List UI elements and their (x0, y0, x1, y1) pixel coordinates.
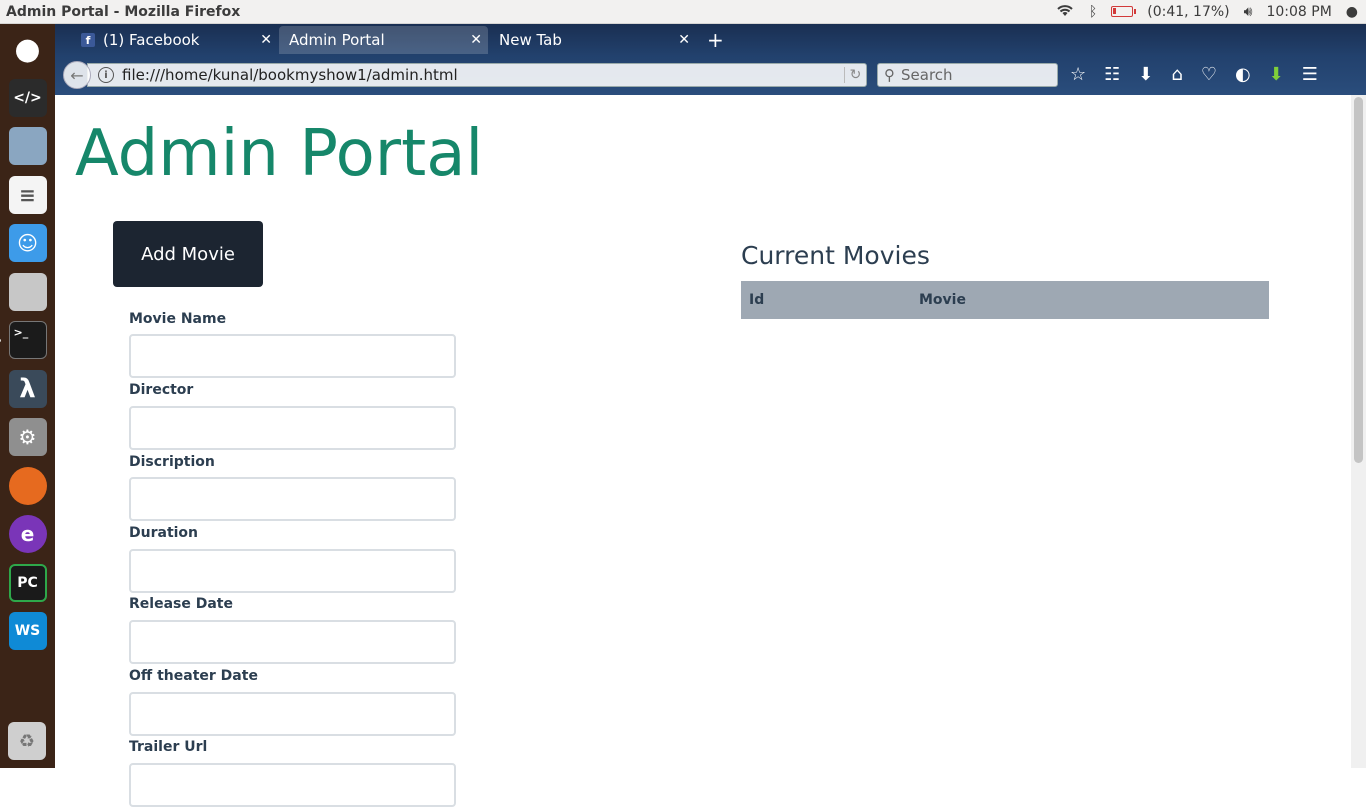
disk-drive-icon[interactable] (8, 272, 47, 311)
apple-logo-icon[interactable]: ● (9, 30, 47, 68)
volume-icon[interactable]: 🔊︎ (1244, 4, 1253, 20)
tab-label: Admin Portal (289, 31, 385, 49)
scrollbar-thumb[interactable] (1354, 97, 1363, 463)
webstorm-icon[interactable]: WS (8, 612, 47, 650)
battery-status: (0:41, 17%) (1147, 3, 1230, 20)
emacs-icon[interactable]: e (8, 515, 47, 553)
column-header-movie: Movie (919, 292, 966, 308)
tab-facebook[interactable]: f (1) Facebook ✕ (71, 26, 278, 54)
release-date-input[interactable] (129, 620, 456, 664)
new-tab-plus-icon[interactable]: + (707, 28, 724, 52)
reading-list-icon[interactable]: ☷ (1104, 64, 1120, 85)
tab-strip: f (1) Facebook ✕ Admin Portal ✕ New Tab … (55, 24, 1366, 55)
page-scrollbar[interactable] (1351, 95, 1366, 768)
system-top-bar: Admin Portal - Mozilla Firefox ᛒ (0:41, … (0, 0, 1366, 24)
current-movies-heading: Current Movies (741, 241, 930, 270)
director-input[interactable] (129, 406, 456, 450)
column-header-id: Id (749, 292, 765, 308)
trash-icon[interactable]: ♻ (8, 722, 46, 760)
back-button[interactable]: ← (63, 61, 91, 89)
add-movie-button[interactable]: Add Movie (113, 221, 263, 287)
description-input[interactable] (129, 477, 456, 521)
system-tray: ᛒ (0:41, 17%) 🔊︎ 10:08 PM ● (1055, 3, 1366, 21)
image-viewer-icon[interactable] (8, 127, 47, 165)
nav-bar: i file:///home/kunal/bookmyshow1/admin.h… (55, 55, 1366, 95)
tab-admin-portal[interactable]: Admin Portal ✕ (279, 26, 488, 54)
close-tab-icon[interactable]: ✕ (470, 32, 482, 48)
search-placeholder: Search (901, 66, 953, 84)
finder-icon[interactable]: ☺ (8, 224, 47, 262)
close-tab-icon[interactable]: ✕ (260, 32, 272, 48)
extension-icon[interactable]: ◐ (1235, 64, 1251, 85)
bluetooth-icon[interactable]: ᛒ (1089, 4, 1097, 20)
browser-chrome: f (1) Facebook ✕ Admin Portal ✕ New Tab … (55, 24, 1366, 95)
duration-input[interactable] (129, 549, 456, 593)
pycharm-icon[interactable]: PC (8, 563, 47, 602)
battery-icon[interactable] (1111, 6, 1137, 17)
launcher-sidebar: ● </> ≡ ☺ >_ λ ⚙ e PC WS ♻ (0, 24, 58, 768)
tab-label: New Tab (499, 31, 562, 49)
pocket-icon[interactable]: ♡ (1201, 64, 1217, 85)
facebook-icon: f (81, 33, 95, 47)
trailer-url-input[interactable] (129, 763, 456, 807)
release-date-label: Release Date (129, 596, 233, 612)
menu-hamburger-icon[interactable]: ☰ (1302, 64, 1318, 85)
reload-icon[interactable]: ↻ (844, 67, 866, 83)
director-label: Director (129, 382, 194, 398)
search-bar[interactable]: ⚲ Search (877, 63, 1058, 87)
toolbar-icons: ☆ ☷ ⬇ ⌂ ♡ ◐ ⬇ ☰ (1070, 64, 1318, 85)
site-info-icon[interactable]: i (98, 67, 114, 83)
code-editor-icon[interactable]: </> (8, 78, 47, 117)
search-icon: ⚲ (884, 66, 895, 84)
url-bar[interactable]: i file:///home/kunal/bookmyshow1/admin.h… (87, 63, 867, 87)
page-content: Admin Portal Add Movie Movie Name Direct… (55, 95, 1351, 807)
bookmark-star-icon[interactable]: ☆ (1070, 64, 1086, 85)
system-menu-icon[interactable]: ● (1346, 4, 1358, 20)
url-text[interactable]: file:///home/kunal/bookmyshow1/admin.htm… (122, 66, 844, 84)
tab-new-tab[interactable]: New Tab ✕ (489, 26, 696, 54)
download-icon[interactable]: ⬇ (1138, 64, 1153, 85)
wifi-icon[interactable] (1055, 3, 1075, 21)
duration-label: Duration (129, 525, 199, 541)
close-tab-icon[interactable]: ✕ (678, 32, 690, 48)
window-title: Admin Portal - Mozilla Firefox (6, 3, 241, 20)
addon-download-icon[interactable]: ⬇ (1269, 64, 1284, 85)
firefox-icon[interactable] (8, 466, 58, 505)
text-editor-icon[interactable]: ≡ (8, 175, 47, 214)
movie-name-label: Movie Name (129, 311, 227, 327)
terminal-icon[interactable]: >_ (0, 321, 47, 359)
off-theater-date-label: Off theater Date (129, 668, 258, 684)
lambda-app-icon[interactable]: λ (8, 369, 47, 408)
movie-name-input[interactable] (129, 334, 456, 378)
page-title: Admin Portal (75, 117, 484, 191)
home-icon[interactable]: ⌂ (1171, 64, 1182, 85)
trailer-url-label: Trailer Url (129, 739, 208, 755)
settings-gear-icon[interactable]: ⚙ (8, 418, 47, 456)
tab-label: (1) Facebook (103, 31, 200, 49)
description-label: Discription (129, 454, 215, 470)
movies-table-header: Id Movie (741, 281, 1269, 319)
clock[interactable]: 10:08 PM (1266, 4, 1331, 20)
off-theater-date-input[interactable] (129, 692, 456, 736)
